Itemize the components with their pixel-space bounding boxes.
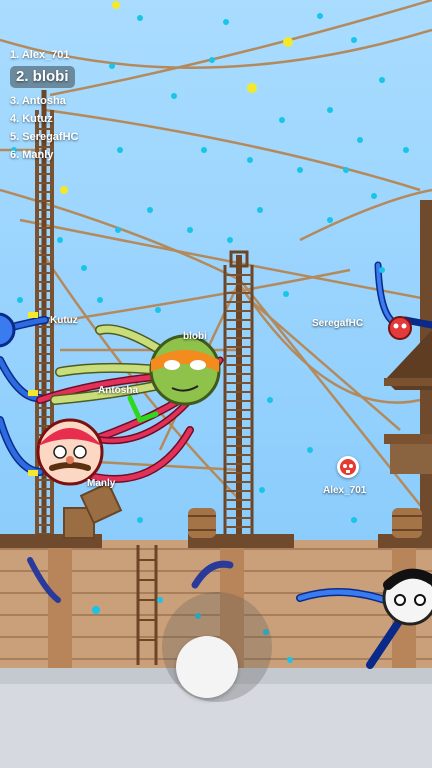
player-tag-manly: Manly [87,478,116,489]
barrel-right [392,508,422,538]
antosha-body [36,418,104,486]
player-tag-seregafhc: SeregafHC [312,318,364,329]
skull-icon [337,456,359,478]
player-tag-blobi: blobi [183,331,207,342]
leaderboard-row: 3. Antosha [10,95,66,107]
leaderboard-row: 5. SeregafHC [10,131,79,143]
blobi-player [149,334,221,406]
leaderboard-row: 1. Alex_701 [10,49,70,61]
player-tag-kutuz: Kutuz [50,315,78,326]
player-tag-antosha: Antosha [98,385,138,396]
leaderboard: 1. Alex_701 2. blobi 3. Antosha 4. Kutuz… [10,46,78,164]
joystick-knob[interactable] [176,636,238,698]
leaderboard-row: 4. Kutuz [10,113,53,125]
barrel-left [188,508,216,538]
player-tag-alex: Alex_701 [323,485,367,496]
leaderboard-row-current-player: 2. blobi [10,66,75,88]
leaderboard-row: 6. Manly [10,149,54,161]
